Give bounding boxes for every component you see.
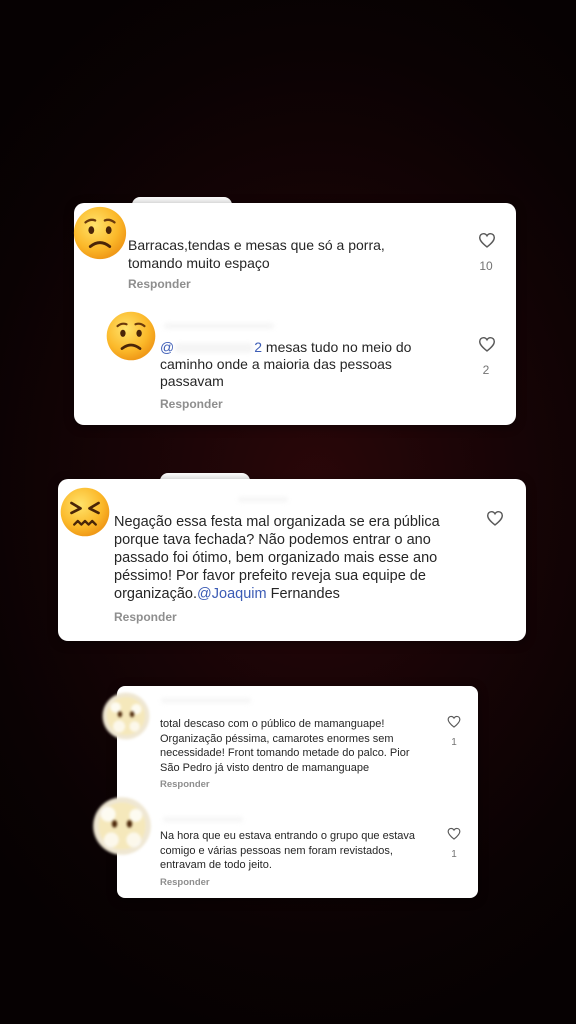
- heart-icon[interactable]: [478, 336, 496, 352]
- like-count-4: 1: [451, 737, 457, 748]
- comment-3-text: Negação essa festa mal organizada se era…: [114, 513, 464, 603]
- like-count-5: 1: [451, 849, 457, 860]
- comment-2-text: @2 mesas tudo no meio do caminho onde a …: [160, 339, 450, 390]
- mention-link[interactable]: @: [160, 339, 174, 355]
- reply-button-5[interactable]: Responder: [160, 877, 210, 888]
- reply-button-3[interactable]: Responder: [114, 610, 177, 624]
- worried-face-icon: [106, 311, 156, 361]
- username-redacted: [164, 323, 274, 329]
- blurred-avatar-icon: [102, 692, 150, 740]
- reply-button-2[interactable]: Responder: [160, 397, 223, 411]
- heart-icon[interactable]: [478, 232, 496, 248]
- like-count-2: 2: [482, 363, 490, 377]
- mention-tail: Fernandes: [266, 586, 340, 602]
- comment-5-text: Na hora que eu estava entrando o grupo q…: [160, 830, 416, 871]
- heart-icon[interactable]: [447, 715, 461, 728]
- heart-icon[interactable]: [486, 510, 504, 526]
- like-count-1: 10: [479, 259, 493, 273]
- comment-card-3: total descaso com o público de mamanguap…: [117, 686, 478, 898]
- worried-face-icon: [73, 206, 127, 260]
- comment-card-2: Negação essa festa mal organizada se era…: [58, 479, 526, 641]
- username-redacted: [238, 497, 288, 502]
- mention-suffix[interactable]: 2: [254, 339, 262, 355]
- blurred-avatar-icon: [93, 797, 151, 855]
- username-redacted: [163, 817, 243, 822]
- comment-4-text: total descaso com o público de mamanguap…: [160, 718, 410, 774]
- confounded-face-icon: [60, 487, 110, 537]
- username-redacted: [161, 698, 251, 703]
- heart-icon[interactable]: [447, 827, 461, 840]
- redacted-mention: [175, 343, 254, 354]
- reply-button-1[interactable]: Responder: [128, 277, 191, 291]
- comment-1-text: Barracas,tendas e mesas que só a porra, …: [128, 237, 385, 271]
- reply-button-4[interactable]: Responder: [160, 779, 210, 790]
- mention-link[interactable]: @Joaquim: [197, 586, 267, 602]
